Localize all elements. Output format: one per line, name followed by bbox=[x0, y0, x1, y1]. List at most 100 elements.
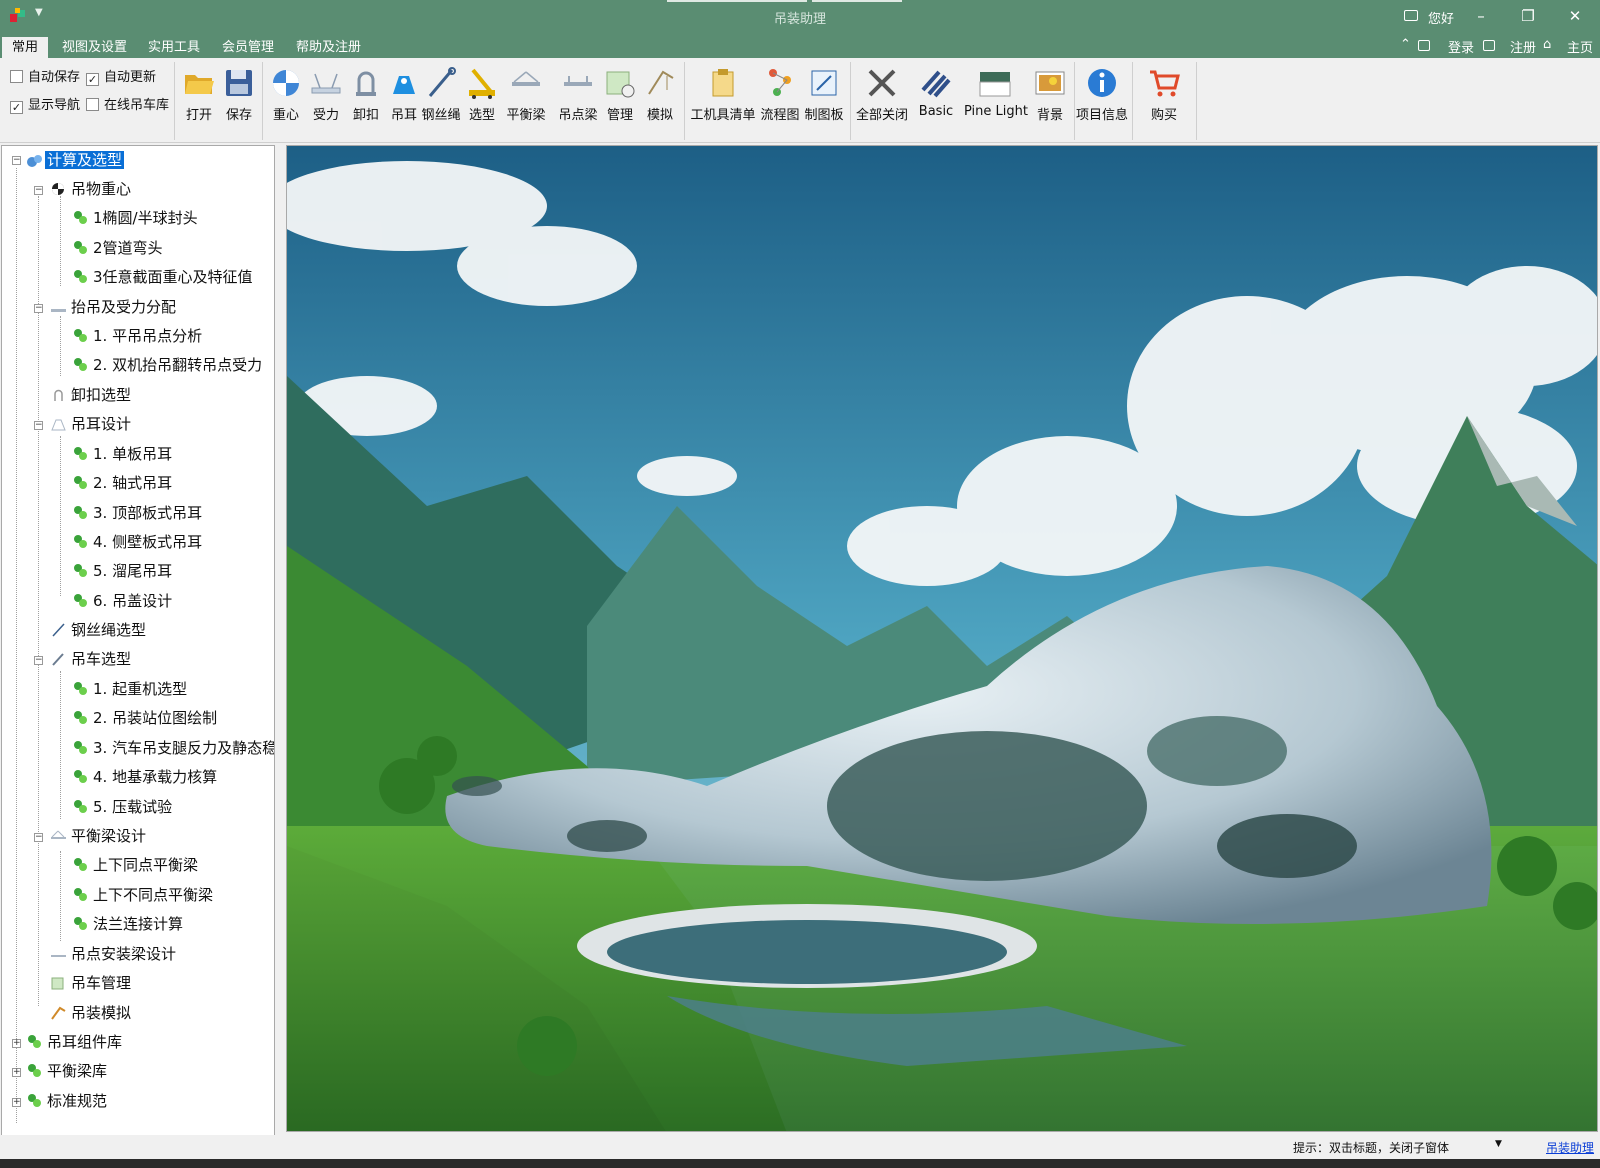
tree-leaf[interactable]: 6. 吊盖设计 bbox=[72, 590, 174, 612]
collapse-toggle[interactable]: − bbox=[34, 304, 43, 313]
force-button[interactable]: 受力 bbox=[306, 66, 346, 123]
expand-toggle[interactable]: + bbox=[12, 1068, 21, 1077]
collapse-toggle[interactable]: − bbox=[34, 186, 43, 195]
wire-rope-button[interactable]: 钢丝绳 bbox=[420, 66, 462, 123]
restore-button[interactable]: ❐ bbox=[1513, 4, 1543, 28]
theme-label: Pine Light bbox=[964, 104, 1028, 119]
collapse-toggle[interactable]: − bbox=[34, 656, 43, 665]
save-button[interactable]: 保存 bbox=[220, 66, 258, 123]
shackle-button[interactable]: 卸扣 bbox=[346, 66, 386, 123]
status-hint: 提示：双击标题，关闭子窗体 bbox=[1293, 1141, 1450, 1155]
status-app-link[interactable]: 吊装助理 bbox=[1546, 1139, 1594, 1156]
tree-node-lug-design[interactable]: 吊耳设计 bbox=[50, 413, 133, 435]
tree-leaf[interactable]: 上下同点平衡梁 bbox=[72, 854, 200, 876]
tree-leaf[interactable]: 4. 侧壁板式吊耳 bbox=[72, 531, 204, 553]
open-button[interactable]: 打开 bbox=[180, 66, 218, 123]
tab-indicator bbox=[667, 0, 807, 2]
tab-help-register[interactable]: 帮助及注册 bbox=[286, 37, 371, 58]
tree-leaf[interactable]: 2. 轴式吊耳 bbox=[72, 472, 174, 494]
tab-tools[interactable]: 实用工具 bbox=[138, 37, 210, 58]
tree-leaf[interactable]: 1椭圆/半球封头 bbox=[72, 207, 200, 229]
save-label: 保存 bbox=[225, 108, 252, 123]
show-nav-checkbox[interactable]: ✓ 显示导航 bbox=[10, 97, 80, 115]
collapse-toggle[interactable]: − bbox=[34, 833, 43, 842]
drawing-board-button[interactable]: 制图板 bbox=[802, 66, 846, 123]
collapse-toggle[interactable]: − bbox=[12, 156, 21, 165]
tree-node-lug-library[interactable]: 吊耳组件库 bbox=[26, 1031, 124, 1053]
tree-node-simulate[interactable]: 吊装模拟 bbox=[50, 1002, 133, 1024]
tree-node-gravity[interactable]: 吊物重心 bbox=[50, 178, 133, 200]
tab-common[interactable]: 常用 bbox=[2, 37, 49, 58]
tree-leaf[interactable]: 1. 起重机选型 bbox=[72, 678, 189, 700]
tree-leaf[interactable]: 1. 单板吊耳 bbox=[72, 443, 174, 465]
lifting-lug-button[interactable]: 吊耳 bbox=[384, 66, 424, 123]
tab-membership[interactable]: 会员管理 bbox=[212, 37, 284, 58]
tree-node-lift-point-beam[interactable]: 吊点安装梁设计 bbox=[50, 943, 178, 965]
tool-list-button[interactable]: 工机具清单 bbox=[690, 66, 756, 123]
login-link[interactable]: 登录 bbox=[1448, 37, 1474, 56]
expand-toggle[interactable]: + bbox=[12, 1098, 21, 1107]
center-of-gravity-button[interactable]: 重心 bbox=[266, 66, 306, 123]
tree-leaf[interactable]: 5. 溜尾吊耳 bbox=[72, 560, 174, 582]
info-icon bbox=[1088, 69, 1116, 97]
leaf-node-icon bbox=[74, 917, 87, 930]
tree-leaf[interactable]: 上下不同点平衡梁 bbox=[72, 884, 215, 906]
tab-view-settings[interactable]: 视图及设置 bbox=[52, 37, 137, 58]
tree-node-balance-beam[interactable]: 平衡梁设计 bbox=[50, 825, 148, 847]
separator bbox=[684, 62, 685, 140]
project-info-button[interactable]: 项目信息 bbox=[1076, 66, 1128, 123]
lug-icon bbox=[51, 419, 66, 431]
lifting-point-beam-button[interactable]: 吊点梁 bbox=[556, 66, 600, 123]
auto-save-checkbox[interactable]: 自动保存 bbox=[10, 69, 80, 87]
tree-node-crane-select[interactable]: 吊车选型 bbox=[50, 648, 133, 670]
tree-leaf[interactable]: 2管道弯头 bbox=[72, 237, 165, 259]
simulate-button[interactable]: 模拟 bbox=[640, 66, 680, 123]
tree-node-wire-rope[interactable]: 钢丝绳选型 bbox=[50, 619, 148, 641]
tree-node-lift-force[interactable]: 抬吊及受力分配 bbox=[50, 296, 178, 318]
floppy-save-icon bbox=[226, 70, 252, 96]
auto-save-label: 自动保存 bbox=[28, 70, 81, 85]
tree-node-crane-manage[interactable]: 吊车管理 bbox=[50, 972, 133, 994]
theme-button[interactable]: Pine Light bbox=[962, 66, 1030, 119]
basic-style-button[interactable]: Basic bbox=[912, 66, 960, 119]
tree-node-standards[interactable]: 标准规范 bbox=[26, 1090, 109, 1112]
tree-leaf[interactable]: 4. 地基承载力核算 bbox=[72, 766, 219, 788]
simulate-label: 模拟 bbox=[646, 108, 673, 123]
online-crane-lib-checkbox[interactable]: 在线吊车库 bbox=[86, 97, 169, 115]
auto-update-label: 自动更新 bbox=[104, 70, 157, 85]
tree-leaf[interactable]: 5. 压载试验 bbox=[72, 796, 174, 818]
minimize-button[interactable]: – bbox=[1466, 4, 1496, 28]
expand-toggle[interactable]: + bbox=[12, 1039, 21, 1048]
leaf-node-icon bbox=[74, 858, 87, 871]
collapse-ribbon-icon[interactable]: ⌃ bbox=[1400, 37, 1411, 52]
tree-node-beam-library[interactable]: 平衡梁库 bbox=[26, 1060, 109, 1082]
manage-button[interactable]: 管理 bbox=[600, 66, 640, 123]
close-button[interactable]: ✕ bbox=[1560, 4, 1590, 28]
status-dropdown-icon[interactable]: ▼ bbox=[1495, 1139, 1502, 1149]
buy-button[interactable]: 购买 bbox=[1144, 66, 1184, 123]
shackle-label: 卸扣 bbox=[352, 108, 379, 123]
selection-button[interactable]: 选型 bbox=[464, 66, 500, 123]
tree-leaf[interactable]: 1. 平吊吊点分析 bbox=[72, 325, 204, 347]
tree-leaf[interactable]: 2. 吊装站位图绘制 bbox=[72, 707, 219, 729]
tree-leaf[interactable]: 3任意截面重心及特征值 bbox=[72, 266, 255, 288]
tree-leaf[interactable]: 3. 顶部板式吊耳 bbox=[72, 502, 204, 524]
checkbox-box[interactable]: ✓ bbox=[86, 73, 99, 86]
leaf-node-icon bbox=[74, 241, 87, 254]
checkbox-box[interactable] bbox=[10, 70, 23, 83]
tree-leaf[interactable]: 3. 汽车吊支腿反力及静态稳 bbox=[72, 737, 274, 759]
flowchart-button[interactable]: 流程图 bbox=[758, 66, 802, 123]
tree-leaf[interactable]: 法兰连接计算 bbox=[72, 913, 185, 935]
checkbox-box[interactable]: ✓ bbox=[10, 101, 23, 114]
close-all-button[interactable]: 全部关闭 bbox=[856, 66, 908, 123]
tree-node-shackle[interactable]: 卸扣选型 bbox=[50, 384, 133, 406]
checkbox-box[interactable] bbox=[86, 98, 99, 111]
home-link[interactable]: 主页 bbox=[1567, 37, 1593, 56]
tree-node-root[interactable]: 计算及选型 bbox=[26, 149, 125, 171]
tree-leaf[interactable]: 2. 双机抬吊翻转吊点受力 bbox=[72, 354, 264, 376]
balance-beam-button[interactable]: 平衡梁 bbox=[504, 66, 548, 123]
auto-update-checkbox[interactable]: ✓ 自动更新 bbox=[86, 69, 156, 87]
register-link[interactable]: 注册 bbox=[1510, 37, 1536, 56]
collapse-toggle[interactable]: − bbox=[34, 421, 43, 430]
background-button[interactable]: 背景 bbox=[1030, 66, 1070, 123]
